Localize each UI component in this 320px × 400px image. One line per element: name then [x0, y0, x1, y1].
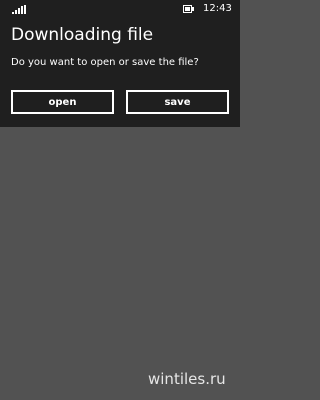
status-bar: 12:43 — [0, 0, 240, 18]
dialog-message: Do you want to open or save the file? — [11, 57, 199, 68]
battery-charging-icon — [183, 5, 195, 14]
dialog-title: Downloading file — [11, 25, 154, 45]
signal-strength-icon — [12, 5, 26, 14]
status-time: 12:43 — [203, 3, 232, 14]
open-button[interactable]: open — [11, 90, 114, 114]
watermark: wintiles.ru — [148, 370, 226, 388]
download-dialog: Downloading file Do you want to open or … — [0, 18, 240, 127]
save-button[interactable]: save — [126, 90, 229, 114]
